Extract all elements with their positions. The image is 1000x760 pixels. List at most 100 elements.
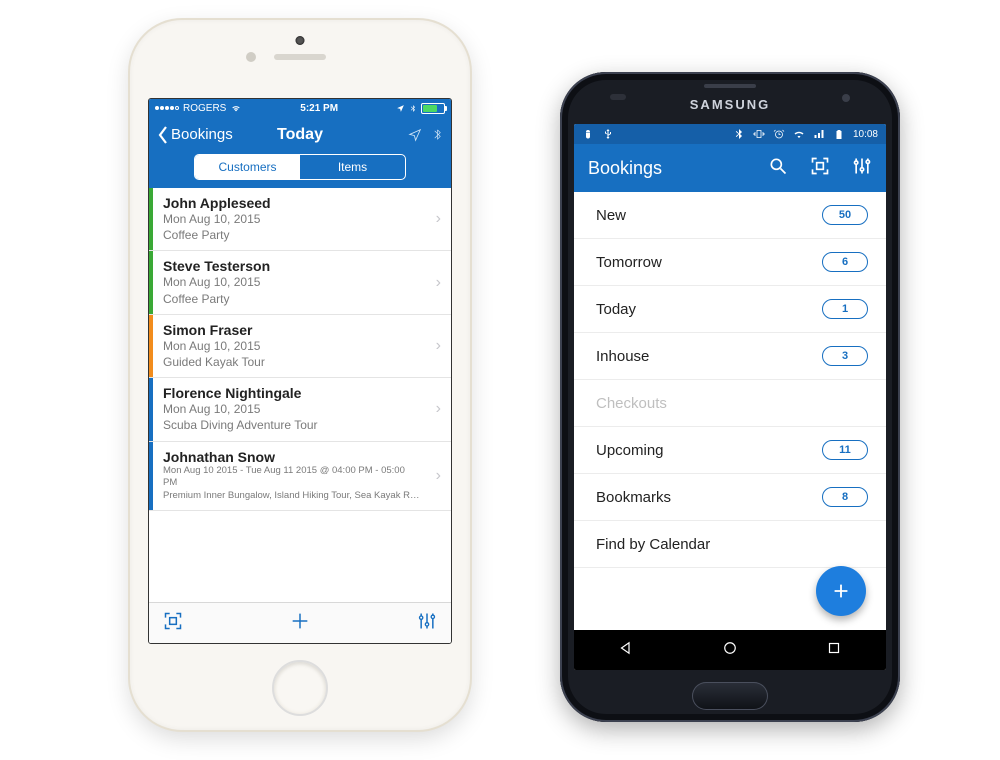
menu-label: Checkouts <box>596 395 868 412</box>
bluetooth-nav-icon[interactable] <box>432 127 443 142</box>
app-bar-title: Bookings <box>588 158 750 179</box>
chevron-left-icon <box>157 125 169 145</box>
customer-name: Johnathan Snow <box>163 449 420 465</box>
list-item[interactable]: Bookmarks8 <box>574 474 886 521</box>
ios-nav-bar: Bookings Today Customers Items <box>149 117 451 188</box>
vibrate-icon <box>753 128 765 140</box>
chevron-right-icon: › <box>426 400 451 418</box>
bluetooth-icon <box>409 103 417 114</box>
menu-label: Tomorrow <box>596 254 822 271</box>
iphone-camera <box>246 52 256 62</box>
count-badge: 11 <box>822 440 868 460</box>
fab-add[interactable] <box>816 566 866 616</box>
list-item[interactable]: Steve TestersonMon Aug 10, 2015Coffee Pa… <box>149 251 451 314</box>
tab-items[interactable]: Items <box>300 155 405 179</box>
list-item: Checkouts <box>574 380 886 427</box>
row-content: Steve TestersonMon Aug 10, 2015Coffee Pa… <box>153 251 426 313</box>
chevron-right-icon: › <box>426 210 451 228</box>
add-button[interactable] <box>289 610 311 637</box>
menu-label: Upcoming <box>596 442 822 459</box>
list-item[interactable]: Today1 <box>574 286 886 333</box>
plus-icon <box>830 580 852 602</box>
home-button[interactable] <box>272 660 328 716</box>
signal-icon <box>813 128 825 140</box>
customer-name: Florence Nightingale <box>163 385 420 401</box>
booking-date: Mon Aug 10 2015 - Tue Aug 11 2015 @ 04:0… <box>163 465 420 491</box>
ios-status-bar: ROGERS 5:21 PM <box>149 99 451 117</box>
nav-recent[interactable] <box>825 639 843 662</box>
scan-button[interactable] <box>810 156 830 181</box>
ios-toolbar <box>149 602 451 643</box>
scan-icon <box>810 156 830 176</box>
scan-button[interactable] <box>163 611 183 636</box>
list-item[interactable]: Upcoming11 <box>574 427 886 474</box>
list-item[interactable]: John AppleseedMon Aug 10, 2015Coffee Par… <box>149 188 451 251</box>
nav-home[interactable] <box>721 639 739 662</box>
back-button[interactable]: Bookings <box>157 125 233 145</box>
customer-name: Simon Fraser <box>163 322 420 338</box>
status-time: 5:21 PM <box>300 103 338 114</box>
iphone-device: ROGERS 5:21 PM Bookings Today <box>130 20 470 730</box>
iphone-sensor <box>296 36 305 45</box>
location-arrow-icon[interactable] <box>408 128 422 142</box>
bookings-list[interactable]: John AppleseedMon Aug 10, 2015Coffee Par… <box>149 188 451 602</box>
menu-label: Find by Calendar <box>596 536 868 553</box>
alarm-icon <box>773 128 785 140</box>
list-item[interactable]: Tomorrow6 <box>574 239 886 286</box>
samsung-brand: SAMSUNG <box>560 97 900 112</box>
list-item[interactable]: Find by Calendar <box>574 521 886 568</box>
booking-date: Mon Aug 10, 2015 <box>163 274 420 290</box>
plus-icon <box>289 610 311 632</box>
android-status-bar: 10:08 <box>574 124 886 144</box>
triangle-back-icon <box>617 639 635 657</box>
list-item[interactable]: Johnathan SnowMon Aug 10 2015 - Tue Aug … <box>149 442 451 511</box>
back-label: Bookings <box>171 126 233 143</box>
list-item[interactable]: New50 <box>574 192 886 239</box>
booking-product: Coffee Party <box>163 291 420 307</box>
customer-name: Steve Testerson <box>163 258 420 274</box>
signal-dots-icon <box>155 106 179 110</box>
iphone-screen: ROGERS 5:21 PM Bookings Today <box>148 98 452 644</box>
tab-customers[interactable]: Customers <box>195 155 300 179</box>
list-item[interactable]: Inhouse3 <box>574 333 886 380</box>
count-badge: 8 <box>822 487 868 507</box>
menu-label: Inhouse <box>596 348 822 365</box>
list-item[interactable]: Simon FraserMon Aug 10, 2015Guided Kayak… <box>149 315 451 378</box>
search-button[interactable] <box>768 156 788 181</box>
android-screen: 10:08 Bookings New50Tomorrow6To <box>574 124 886 670</box>
sliders-icon <box>852 156 872 176</box>
list-item[interactable]: Florence NightingaleMon Aug 10, 2015Scub… <box>149 378 451 441</box>
bluetooth-status-icon <box>733 128 745 140</box>
android-debug-icon <box>582 128 594 140</box>
nav-back[interactable] <box>617 639 635 662</box>
square-recent-icon <box>825 639 843 657</box>
wifi-status-icon <box>793 128 805 140</box>
booking-date: Mon Aug 10, 2015 <box>163 338 420 354</box>
booking-date: Mon Aug 10, 2015 <box>163 401 420 417</box>
count-badge: 6 <box>822 252 868 272</box>
android-menu-list[interactable]: New50Tomorrow6Today1Inhouse3CheckoutsUpc… <box>574 192 886 630</box>
battery-icon <box>421 103 445 114</box>
search-icon <box>768 156 788 176</box>
booking-product: Premium Inner Bungalow, Island Hiking To… <box>163 490 420 503</box>
samsung-home-button[interactable] <box>692 682 768 710</box>
wifi-icon <box>230 103 242 113</box>
menu-label: New <box>596 207 822 224</box>
sliders-icon <box>417 611 437 631</box>
settings-button[interactable] <box>417 611 437 636</box>
battery-status-icon <box>833 128 845 140</box>
chevron-right-icon: › <box>426 337 451 355</box>
scan-icon <box>163 611 183 631</box>
booking-product: Guided Kayak Tour <box>163 354 420 370</box>
booking-product: Scuba Diving Adventure Tour <box>163 417 420 433</box>
android-time: 10:08 <box>853 129 878 140</box>
menu-label: Today <box>596 301 822 318</box>
booking-date: Mon Aug 10, 2015 <box>163 211 420 227</box>
chevron-right-icon: › <box>426 467 451 485</box>
filter-button[interactable] <box>852 156 872 181</box>
menu-label: Bookmarks <box>596 489 822 506</box>
carrier-label: ROGERS <box>183 103 226 114</box>
row-content: Johnathan SnowMon Aug 10 2015 - Tue Aug … <box>153 442 426 510</box>
circle-home-icon <box>721 639 739 657</box>
count-badge: 1 <box>822 299 868 319</box>
